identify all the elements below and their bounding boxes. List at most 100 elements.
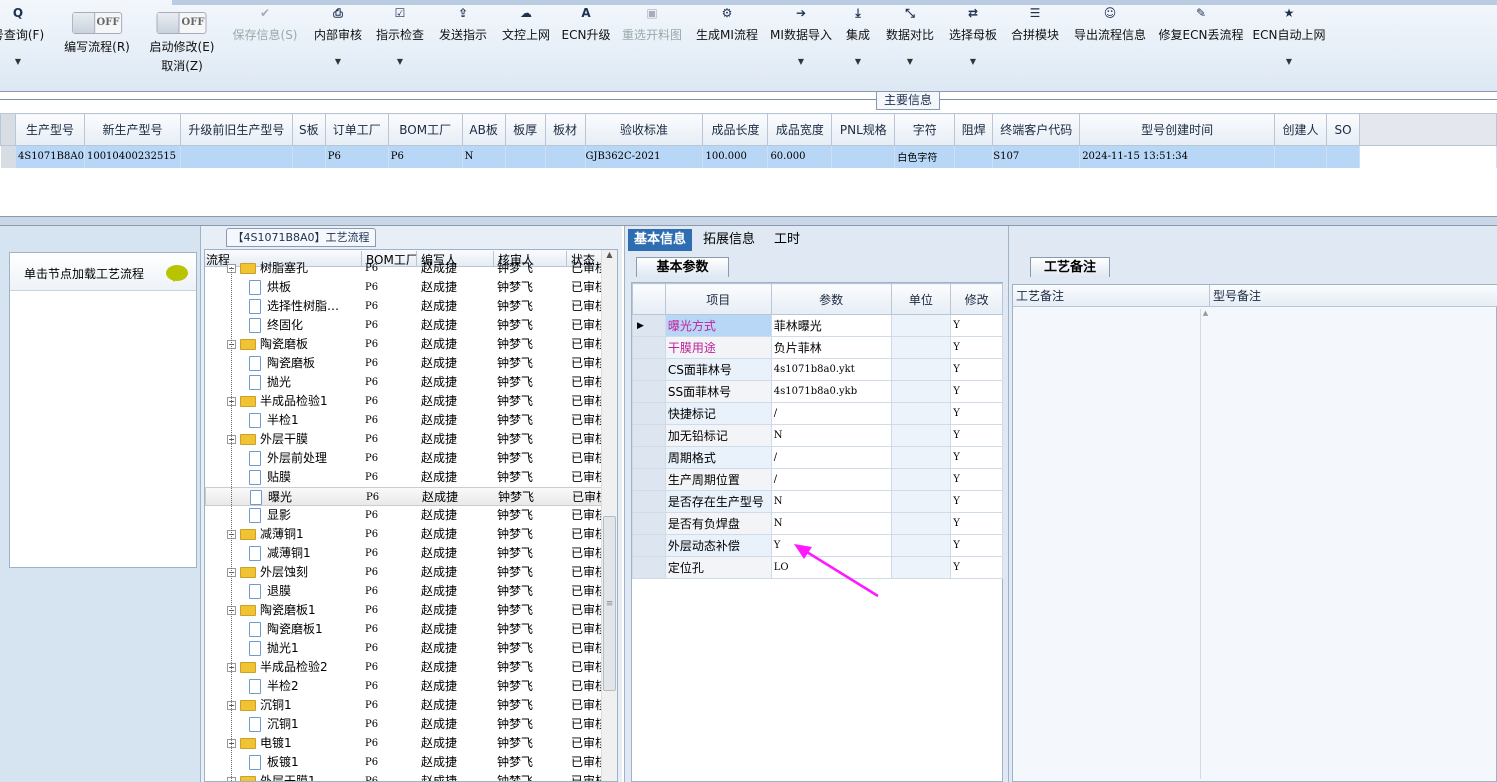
tree-node[interactable]: −外层干膜 P6 赵成捷 钟梦飞 已审核 (205, 430, 603, 449)
tree-node-name[interactable]: 贴膜 (249, 468, 291, 487)
param-modify[interactable]: Y (950, 314, 1003, 337)
scrollbar-thumb[interactable]: ≡ (603, 516, 616, 691)
grid-corner[interactable] (0, 113, 16, 146)
tree-node-name[interactable]: 陶瓷磨板1 (249, 620, 323, 639)
node-load-box[interactable]: 单击节点加载工艺流程 (9, 252, 197, 568)
column-header[interactable]: BOM工厂 (387, 113, 463, 146)
column-header[interactable]: AB板 (461, 113, 506, 146)
grid-corner[interactable] (632, 283, 666, 315)
param-value[interactable]: / (770, 402, 892, 425)
table-row[interactable]: 生产周期位置 / Y (632, 468, 1003, 491)
tree-node[interactable]: 陶瓷磨板1 P6 赵成捷 钟梦飞 已审核 (205, 620, 603, 639)
column-header[interactable]: 项目 (664, 283, 772, 315)
toolbar-button[interactable]: ☰ 合拼模块 (1011, 6, 1059, 43)
toggle-knob[interactable] (157, 13, 180, 33)
toolbar-button[interactable]: ⤓ 集成 ▼ (846, 6, 870, 66)
tree-node[interactable]: 抛光1 P6 赵成捷 钟梦飞 已审核 (205, 639, 603, 658)
grid-cell[interactable]: 60.000 (767, 145, 833, 168)
tree-node-name[interactable]: 半检1 (249, 411, 299, 430)
toggle-start-modify[interactable]: OFF 启动修改(E) 取消(Z) (150, 4, 214, 74)
table-row[interactable]: 是否存在生产型号 N Y (632, 490, 1003, 513)
param-value[interactable]: / (770, 446, 892, 469)
notes-grid[interactable]: 工艺备注 型号备注 ▲ (1012, 284, 1497, 782)
tree-node-name[interactable]: 半检2 (249, 677, 299, 696)
tree-node[interactable]: −沉铜1 P6 赵成捷 钟梦飞 已审核 (205, 696, 603, 715)
param-unit[interactable] (890, 446, 952, 469)
param-value[interactable]: 菲林曝光 (770, 314, 892, 337)
tree-node-name[interactable]: − 外层蚀刻 (227, 563, 308, 582)
tree-node[interactable]: −外层蚀刻 P6 赵成捷 钟梦飞 已审核 (205, 563, 603, 582)
toolbar-button[interactable]: ⇪ 发送指示 (439, 6, 487, 43)
row-header[interactable]: ▶ (632, 314, 666, 337)
param-unit[interactable] (890, 556, 952, 579)
grid-cell[interactable] (1274, 145, 1328, 168)
toggle-switch[interactable]: OFF (156, 12, 207, 34)
tree-node[interactable]: −半成品检验2 P6 赵成捷 钟梦飞 已审核 (205, 658, 603, 677)
table-row[interactable]: 周期格式 / Y (632, 446, 1003, 469)
tree-node[interactable]: 选择性树脂… P6 赵成捷 钟梦飞 已审核 (205, 297, 603, 316)
grid-cell[interactable]: P6 (388, 145, 463, 168)
table-row[interactable]: 是否有负焊盘 N Y (632, 512, 1003, 535)
tree-node-name[interactable]: − 陶瓷磨板 (227, 335, 308, 354)
param-grid[interactable]: 项目 参数 单位 修改 ▶ 曝光方式 菲林曝光 Y 干膜用途 负片菲林 Y CS面菲林号 4s1071… (631, 282, 1003, 782)
toolbar-button[interactable]: ☑ 指示检查 ▼ (376, 6, 424, 66)
column-header[interactable]: 修改 (950, 283, 1003, 315)
chevron-down-icon[interactable]: ▼ (846, 57, 870, 66)
column-header-process-notes[interactable]: 工艺备注 (1013, 285, 1210, 307)
param-modify[interactable]: Y (950, 402, 1003, 425)
tree-node-name[interactable]: 沉铜1 (249, 715, 299, 734)
tree-node-name[interactable]: − 外层干膜1 (227, 772, 316, 781)
column-header[interactable]: SO (1326, 113, 1360, 146)
column-header[interactable]: 生产型号 (14, 113, 85, 146)
param-unit[interactable] (890, 336, 952, 359)
param-modify[interactable]: Y (950, 446, 1003, 469)
tree-node[interactable]: 沉铜1 P6 赵成捷 钟梦飞 已审核 (205, 715, 603, 734)
column-header[interactable]: 订单工厂 (324, 113, 389, 146)
tree-node-name[interactable]: − 陶瓷磨板1 (227, 601, 316, 620)
column-header[interactable]: 创建人 (1274, 113, 1328, 146)
column-header[interactable]: 验收标准 (584, 113, 704, 146)
tree-node[interactable]: 减薄铜1 P6 赵成捷 钟梦飞 已审核 (205, 544, 603, 563)
grid-cell[interactable]: 10010400232515 (84, 145, 181, 168)
tree-node[interactable]: 外层前处理 P6 赵成捷 钟梦飞 已审核 (205, 449, 603, 468)
tab-process-notes[interactable]: 工艺备注 (1030, 257, 1110, 277)
toolbar-button[interactable]: ⇄ 选择母板 ▼ (949, 6, 997, 66)
param-modify[interactable]: Y (950, 336, 1003, 359)
table-row[interactable]: 加无铅标记 N Y (632, 424, 1003, 447)
row-header[interactable] (632, 336, 666, 359)
table-row[interactable]: SS面菲林号 4s1071b8a0.ykb Y (632, 380, 1003, 403)
toolbar-button[interactable]: ☺ 导出流程信息 (1074, 6, 1146, 43)
tree-node-name[interactable]: 抛光1 (249, 639, 299, 658)
row-header[interactable] (632, 380, 666, 403)
tree-node[interactable]: −电镀1 P6 赵成捷 钟梦飞 已审核 (205, 734, 603, 753)
param-modify[interactable]: Y (950, 424, 1003, 447)
tree-node-name[interactable]: 烘板 (249, 278, 291, 297)
column-header[interactable]: 成品长度 (702, 113, 769, 146)
tree-node[interactable]: 退膜 P6 赵成捷 钟梦飞 已审核 (205, 582, 603, 601)
param-modify[interactable]: Y (950, 380, 1003, 403)
process-tree[interactable]: 流程BOM工厂编写人核审人状态 −树脂塞孔P6赵成捷钟梦飞已审核烘板P6赵成捷钟… (204, 249, 618, 782)
toggle-knob[interactable] (72, 13, 95, 33)
row-header[interactable] (632, 534, 666, 557)
param-unit[interactable] (890, 402, 952, 425)
tree-node-name[interactable]: − 沉铜1 (227, 696, 292, 715)
param-value[interactable]: 负片菲林 (770, 336, 892, 359)
scroll-up-icon[interactable]: ▲ (602, 250, 617, 259)
column-header[interactable]: 升级前旧生产型号 (179, 113, 293, 146)
tree-node-name[interactable]: − 外层干膜 (227, 430, 308, 449)
row-header[interactable] (632, 490, 666, 513)
chevron-down-icon[interactable]: ▼ (770, 57, 832, 66)
column-header[interactable]: 单位 (890, 283, 952, 315)
grid-cell[interactable]: S107 (992, 145, 1081, 168)
column-header[interactable]: 型号创建时间 (1079, 113, 1276, 146)
grid-cell[interactable] (831, 145, 896, 168)
toolbar-button[interactable]: ⤡ 数据对比 ▼ (886, 6, 934, 66)
param-modify[interactable]: Y (950, 556, 1003, 579)
grid-cell[interactable] (505, 145, 546, 168)
toolbar-button[interactable]: ⎙ 内部审核 ▼ (314, 6, 362, 66)
tree-node[interactable]: −树脂塞孔 P6 赵成捷 钟梦飞 已审核 (205, 259, 603, 278)
tree-node-name[interactable]: 终固化 (249, 316, 303, 335)
toolbar-button[interactable]: ★ ECN自动上网 ▼ (1253, 6, 1326, 66)
param-modify[interactable]: Y (950, 490, 1003, 513)
grid-cell[interactable]: 白色字符 (894, 145, 956, 168)
